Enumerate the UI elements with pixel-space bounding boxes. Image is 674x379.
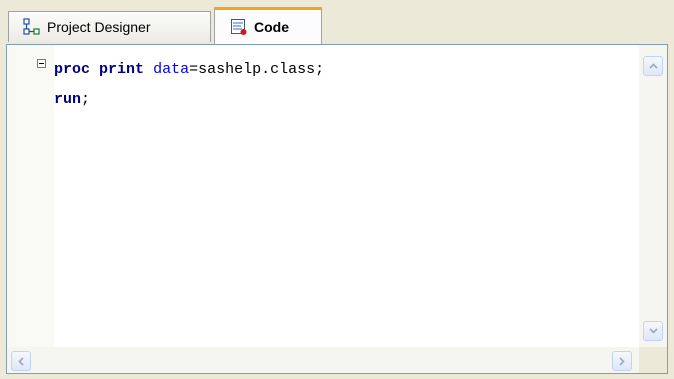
- chevron-down-icon: [648, 328, 658, 334]
- tab-strip: Project Designer Code: [0, 0, 674, 44]
- project-designer-icon: [23, 18, 41, 36]
- tab-project-designer[interactable]: Project Designer: [8, 11, 211, 42]
- tab-code[interactable]: Code: [214, 7, 322, 44]
- code-text: =sashelp.class;: [189, 61, 325, 78]
- code-keyword: run: [54, 91, 82, 108]
- chevron-left-icon: [18, 356, 24, 366]
- code-option: data: [153, 61, 190, 78]
- code-line-2: run;: [54, 89, 90, 111]
- horizontal-scrollbar[interactable]: [7, 347, 639, 373]
- scrollbar-corner: [639, 347, 667, 373]
- scroll-right-button[interactable]: [612, 351, 632, 371]
- scroll-up-button[interactable]: [643, 56, 663, 76]
- code-editor[interactable]: proc print data=sashelp.class; run;: [6, 44, 668, 374]
- scroll-left-button[interactable]: [11, 351, 31, 371]
- chevron-right-icon: [619, 356, 625, 366]
- collapse-icon[interactable]: [37, 59, 46, 68]
- scroll-down-button[interactable]: [643, 321, 663, 341]
- vertical-scrollbar[interactable]: [639, 45, 667, 347]
- tab-project-designer-label: Project Designer: [47, 19, 151, 35]
- code-text: ;: [81, 91, 91, 108]
- code-keyword: print: [99, 61, 145, 78]
- editor-gutter: [7, 45, 54, 347]
- code-icon: [230, 18, 248, 36]
- code-keyword: proc: [54, 61, 91, 78]
- code-line-1: proc print data=sashelp.class;: [54, 59, 324, 81]
- chevron-up-icon: [648, 63, 658, 69]
- code-text-area[interactable]: proc print data=sashelp.class; run;: [54, 45, 639, 347]
- tab-code-label: Code: [254, 19, 289, 35]
